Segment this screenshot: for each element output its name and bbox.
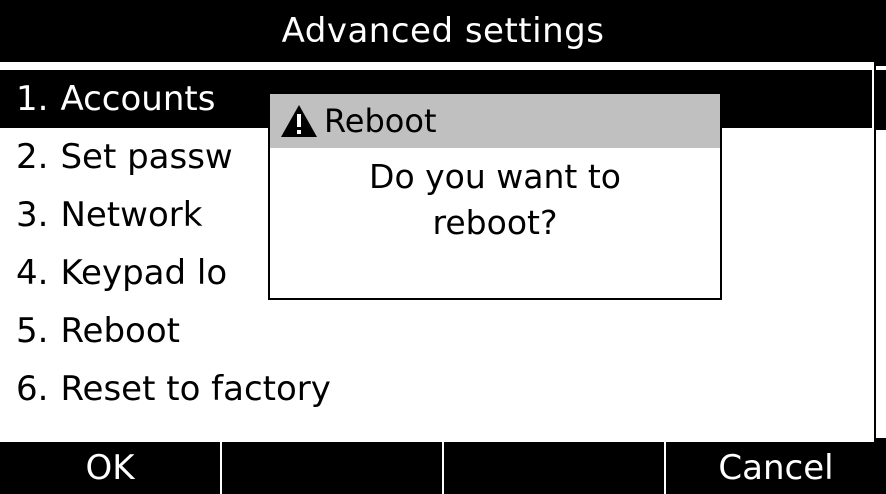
scroll-thumb[interactable]	[876, 70, 886, 130]
dialog-message-line1: Do you want to	[369, 157, 621, 196]
menu-item-label: Reboot	[60, 311, 180, 351]
cancel-softkey[interactable]: Cancel	[666, 442, 886, 494]
dialog-message: Do you want to reboot?	[270, 154, 720, 246]
dialog-message-line2: reboot?	[432, 203, 558, 242]
menu-item-reboot[interactable]: 5. Reboot	[0, 302, 872, 360]
menu-item-label: Accounts	[60, 79, 216, 119]
menu-item-number: 4.	[16, 253, 49, 293]
menu-item-number: 6.	[16, 369, 49, 409]
menu-item-number: 2.	[16, 137, 49, 177]
menu-item-label: Network	[60, 195, 203, 235]
menu-item-reset-factory[interactable]: 6. Reset to factory	[0, 360, 872, 418]
softkey-3[interactable]	[444, 442, 666, 494]
menu-item-number: 5.	[16, 311, 49, 351]
menu-item-label: Set passw	[60, 137, 233, 177]
scrollbar[interactable]	[874, 62, 886, 442]
title-bar: Advanced settings	[0, 0, 886, 62]
menu-item-label: Reset to factory	[60, 369, 331, 409]
menu-item-number: 1.	[16, 79, 49, 119]
scroll-up-indicator	[876, 62, 886, 66]
menu-item-number: 3.	[16, 195, 49, 235]
menu-item-label: Keypad lo	[60, 253, 228, 293]
softkey-bar: OK Cancel	[0, 442, 886, 494]
page-title: Advanced settings	[281, 11, 605, 51]
phone-screen: Advanced settings 1. Accounts 2. Set pas…	[0, 0, 886, 494]
dialog-header: Reboot	[270, 94, 720, 148]
reboot-dialog: Reboot Do you want to reboot?	[268, 92, 722, 300]
ok-softkey[interactable]: OK	[0, 442, 222, 494]
warning-icon	[281, 105, 317, 137]
dialog-title: Reboot	[324, 102, 437, 140]
softkey-2[interactable]	[222, 442, 444, 494]
